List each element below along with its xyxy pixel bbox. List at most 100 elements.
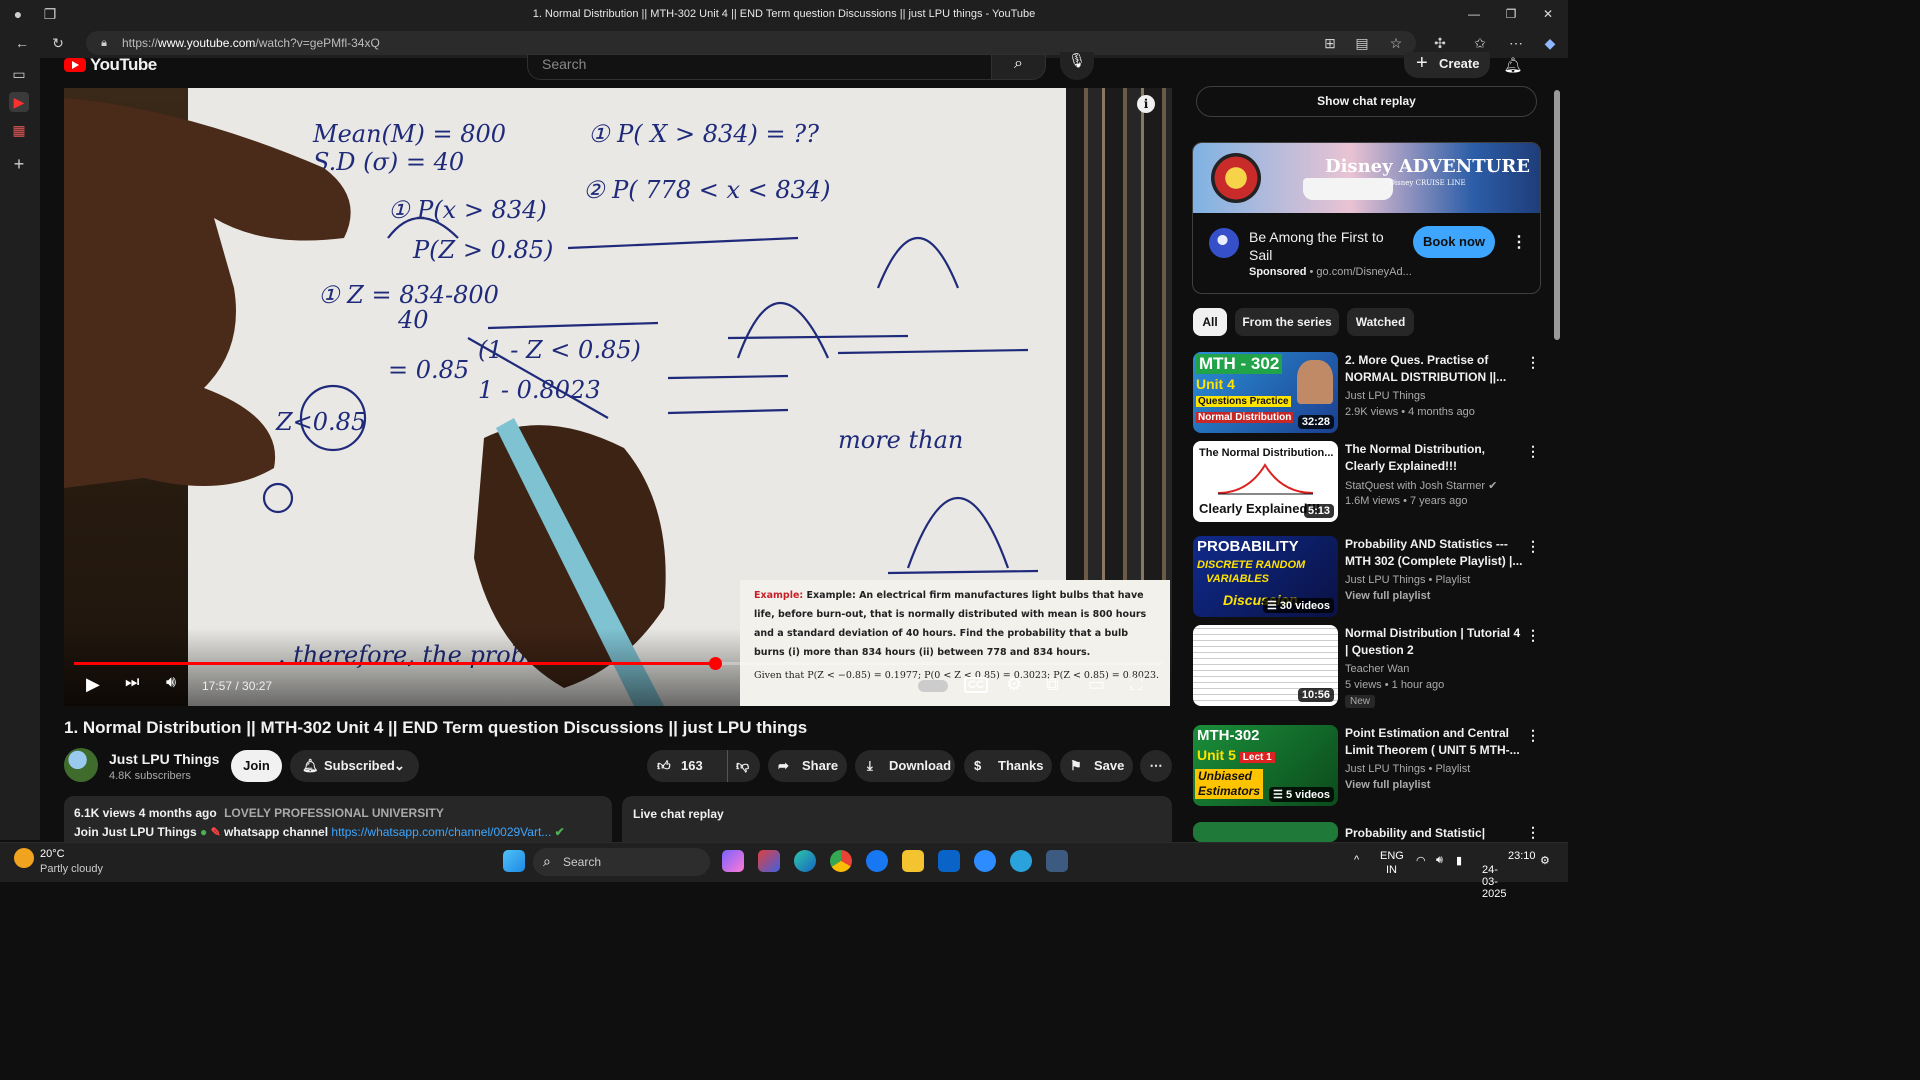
close-window-button[interactable]: ✕: [1530, 4, 1566, 24]
ad-advertiser-avatar[interactable]: [1209, 228, 1239, 258]
favorite-star-icon[interactable]: ☆: [1386, 33, 1406, 53]
reader-icon[interactable]: ▤: [1352, 33, 1372, 53]
new-tab-icon[interactable]: +: [9, 154, 29, 174]
youtube-logo[interactable]: YouTube: [64, 55, 157, 74]
microsoft365-icon[interactable]: [758, 850, 780, 872]
file-explorer-icon[interactable]: [902, 850, 924, 872]
language-code[interactable]: ENG: [1380, 850, 1404, 862]
play-button[interactable]: ▶: [86, 674, 100, 695]
video-title[interactable]: Probability and Statistic|: [1345, 825, 1523, 842]
search-button[interactable]: ⌕: [991, 54, 1046, 80]
subscribed-button[interactable]: 🔔︎ Subscribed ⌄: [290, 750, 419, 782]
save-button[interactable]: ⚑ Save: [1060, 750, 1133, 782]
notification-icon[interactable]: ⚙︎: [1540, 854, 1550, 867]
ad-title[interactable]: Be Among the First to Sail: [1249, 228, 1409, 264]
video-menu-icon[interactable]: ⋮: [1526, 354, 1540, 371]
chip-all[interactable]: All: [1193, 308, 1227, 336]
info-icon[interactable]: i: [1137, 95, 1155, 113]
channel-name[interactable]: Teacher Wan: [1345, 663, 1409, 675]
page-scrollbar[interactable]: [1553, 90, 1561, 830]
zoom-icon[interactable]: [974, 850, 996, 872]
language-region[interactable]: IN: [1386, 864, 1397, 876]
recommended-playlist[interactable]: MTH-302 Unit 5 Lect 1 Unbiased Estimators…: [1193, 725, 1543, 809]
volume-icon[interactable]: 🔊︎: [166, 674, 176, 692]
video-thumbnail[interactable]: 10:56: [1193, 625, 1338, 706]
view-full-playlist-link[interactable]: View full playlist: [1345, 779, 1430, 791]
book-now-button[interactable]: Book now: [1413, 226, 1495, 258]
start-windows-icon[interactable]: [503, 850, 525, 872]
autoplay-toggle[interactable]: [918, 680, 948, 692]
chip-from-the-series[interactable]: From the series: [1235, 308, 1339, 336]
clock-time[interactable]: 23:10: [1508, 850, 1536, 862]
edge-browser-icon[interactable]: [794, 850, 816, 872]
playlist-title[interactable]: Probability AND Statistics --- MTH 302 (…: [1345, 536, 1523, 570]
channel-name[interactable]: Just LPU Things • Playlist: [1345, 763, 1470, 775]
recommended-video[interactable]: 10:56 Normal Distribution | Tutorial 4 |…: [1193, 625, 1543, 709]
copilot-icon[interactable]: ◆: [1540, 33, 1560, 53]
outlook-icon[interactable]: [938, 850, 960, 872]
like-button[interactable]: 👍︎ 163 👎︎: [647, 750, 760, 782]
refresh-icon[interactable]: ↻: [48, 33, 68, 53]
chip-watched[interactable]: Watched: [1347, 308, 1414, 336]
channel-name[interactable]: Just LPU Things: [1345, 390, 1426, 402]
video-menu-icon[interactable]: ⋮: [1526, 824, 1540, 841]
search-input[interactable]: Search: [527, 54, 992, 80]
video-menu-icon[interactable]: ⋮: [1526, 443, 1540, 460]
speaker-icon[interactable]: 🔊︎: [1436, 854, 1443, 867]
recommended-video[interactable]: The Normal Distribution... Clearly Expla…: [1193, 441, 1543, 525]
more-menu-icon[interactable]: ⋯: [1506, 33, 1526, 53]
whatsapp-link[interactable]: https://whatsapp.com/channel/0029Vart...: [331, 825, 551, 839]
restore-button[interactable]: ❐: [1493, 4, 1529, 24]
theater-mode-icon[interactable]: ▭: [1088, 674, 1105, 695]
playlist-menu-icon[interactable]: ⋮: [1526, 538, 1540, 555]
facebook-icon[interactable]: [866, 850, 888, 872]
show-chat-replay-button[interactable]: Show chat replay: [1196, 86, 1537, 117]
channel-avatar[interactable]: [64, 748, 98, 782]
channel-name[interactable]: StatQuest with Josh Starmer ✔: [1345, 479, 1497, 492]
telegram-icon[interactable]: [1010, 850, 1032, 872]
playlist-thumbnail[interactable]: MTH-302 Unit 5 Lect 1 Unbiased Estimators…: [1193, 725, 1338, 806]
playlist-menu-icon[interactable]: ⋮: [1526, 727, 1540, 744]
youtube-tab-icon[interactable]: ▶: [9, 92, 29, 112]
extensions-icon[interactable]: ✣: [1430, 33, 1450, 53]
video-menu-icon[interactable]: ⋮: [1526, 627, 1540, 644]
thanks-button[interactable]: $ Thanks: [964, 750, 1052, 782]
minimize-button[interactable]: —: [1456, 4, 1492, 24]
thumbs-down-icon[interactable]: 👎︎: [727, 750, 749, 782]
join-button[interactable]: Join: [231, 750, 282, 782]
battery-icon[interactable]: ▮: [1456, 854, 1462, 867]
share-button[interactable]: ➦ Share: [768, 750, 847, 782]
url-field[interactable]: 🔒︎ https://www.youtube.com/watch?v=gePMf…: [86, 31, 1416, 55]
video-title[interactable]: Normal Distribution | Tutorial 4 | Quest…: [1345, 625, 1523, 659]
create-button[interactable]: + Create: [1404, 52, 1490, 78]
video-title[interactable]: 2. More Ques. Practise of NORMAL DISTRIB…: [1345, 352, 1523, 386]
chevron-up-icon[interactable]: ^: [1354, 854, 1359, 866]
channel-name[interactable]: Just LPU Things: [109, 751, 219, 767]
progress-bar[interactable]: [74, 657, 1162, 670]
ad-menu-icon[interactable]: ⋮: [1511, 232, 1527, 252]
channel-name[interactable]: Just LPU Things • Playlist: [1345, 574, 1470, 586]
ad-card[interactable]: Disney ADVENTURE Disney CRUISE LINE Be Am…: [1192, 142, 1541, 294]
scrollbar-thumb[interactable]: [1554, 90, 1560, 340]
taskbar-search[interactable]: ⌕ Search: [533, 848, 710, 876]
playlist-title[interactable]: Point Estimation and Central Limit Theor…: [1345, 725, 1523, 759]
video-thumbnail[interactable]: MTH - 302 Unit 4 Questions Practice Norm…: [1193, 352, 1338, 433]
wifi-icon[interactable]: ◠: [1416, 854, 1426, 867]
settings-gear-icon[interactable]: ⚙︎: [1006, 674, 1022, 695]
chrome-icon[interactable]: [830, 850, 852, 872]
notifications-bell-icon[interactable]: 🔔︎: [1503, 56, 1523, 76]
back-icon[interactable]: ←: [12, 33, 32, 53]
fullscreen-icon[interactable]: ⛶: [1130, 674, 1143, 695]
subtitles-icon[interactable]: CC: [964, 677, 988, 693]
recommended-playlist[interactable]: PROBABILITY DISCRETE RANDOM VARIABLES Di…: [1193, 536, 1543, 620]
video-title[interactable]: The Normal Distribution, Clearly Explain…: [1345, 441, 1523, 475]
copilot-app-icon[interactable]: [722, 850, 744, 872]
scrubber-handle[interactable]: [708, 657, 722, 670]
recommended-video[interactable]: MTH - 302 Unit 4 Questions Practice Norm…: [1193, 352, 1543, 436]
favorites-icon[interactable]: ✩: [1470, 33, 1490, 53]
video-thumbnail[interactable]: The Normal Distribution... Clearly Expla…: [1193, 441, 1338, 522]
tabs-panel-icon[interactable]: ▭: [9, 64, 29, 84]
playlist-thumbnail[interactable]: PROBABILITY DISCRETE RANDOM VARIABLES Di…: [1193, 536, 1338, 617]
clock-date[interactable]: 24-03-2025: [1482, 864, 1506, 900]
tab-icon[interactable]: ▦: [9, 120, 29, 140]
